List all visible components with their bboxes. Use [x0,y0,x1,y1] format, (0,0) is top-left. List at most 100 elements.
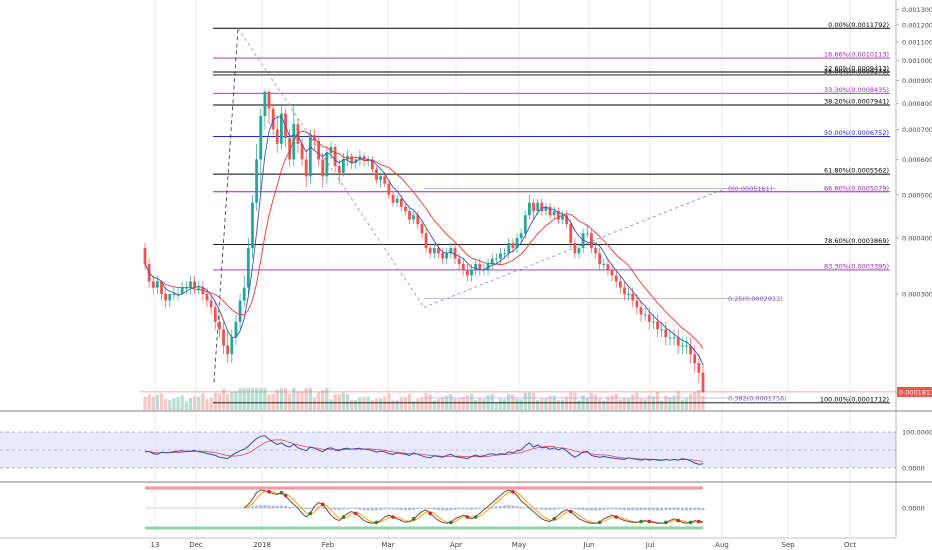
price-tick-label[interactable]: 0.0006000 [902,156,932,164]
candle[interactable] [590,233,593,249]
candle[interactable] [618,281,622,288]
candle[interactable] [680,345,684,347]
rsi-pane[interactable]: 100.0000 0.0000 [0,429,932,473]
candle[interactable] [350,156,354,163]
candle[interactable] [213,307,217,322]
candle[interactable] [631,293,635,301]
candle[interactable] [647,314,651,322]
candle[interactable] [251,202,254,249]
trading-chart[interactable]: 0.00%(0.0011792)16.66%(0.0010113)22.60%(… [0,0,932,550]
candle[interactable] [333,146,337,166]
candle[interactable] [412,215,416,220]
candle[interactable] [242,287,246,301]
candle[interactable] [321,159,325,177]
candle[interactable] [441,253,444,259]
candle[interactable] [259,116,263,160]
time-axis[interactable]: 13 Dec 2018 Feb Mar Apr May Jun Jul Aug Sep Oct [0,537,932,550]
time-label[interactable]: Jun [583,541,595,549]
candle[interactable] [519,233,523,239]
time-label[interactable]: 13 [151,541,160,549]
candle[interactable] [222,329,225,346]
candle[interactable] [151,281,155,288]
candle[interactable] [399,198,403,207]
candle[interactable] [639,307,643,315]
candle[interactable] [164,293,168,301]
time-label[interactable]: May [512,541,526,549]
candle[interactable] [627,293,630,295]
time-label[interactable]: Aug [715,541,729,549]
candle[interactable] [255,159,258,203]
candle[interactable] [428,248,432,254]
candle[interactable] [205,293,209,301]
candle[interactable] [569,224,573,244]
candle[interactable] [585,233,589,235]
candle[interactable] [445,253,449,259]
candle[interactable] [532,202,535,211]
rsi-tick-label[interactable]: 100.0000 [902,429,932,437]
candle[interactable] [656,321,659,330]
candle[interactable] [226,345,230,355]
time-label[interactable]: Oct [844,541,856,549]
time-label[interactable]: Apr [450,541,462,549]
candle[interactable] [230,337,234,355]
candle[interactable] [528,202,531,216]
price-tick-label[interactable]: 0.0005000 [902,191,932,199]
candle[interactable] [507,243,511,254]
candle[interactable] [379,176,382,180]
price-tick-label[interactable]: 0.0010000 [902,57,932,65]
price-tick-label[interactable]: 0.0008000 [902,100,932,108]
candle[interactable] [238,300,242,322]
candle[interactable] [499,253,502,259]
candle[interactable] [594,248,597,254]
candle[interactable] [432,248,436,254]
time-label[interactable]: 2018 [253,541,271,549]
candle[interactable] [693,354,697,364]
candle[interactable] [536,202,540,211]
price-tick-label[interactable]: 0.0003000 [902,290,932,298]
candle[interactable] [672,337,676,339]
candle[interactable] [660,329,664,331]
candle[interactable] [548,206,552,216]
candle[interactable] [375,169,378,180]
candle[interactable] [494,258,498,260]
candle[interactable] [218,321,221,330]
candle[interactable] [156,281,159,288]
candle[interactable] [643,314,647,316]
candle[interactable] [267,91,271,109]
time-label[interactable]: Feb [322,541,335,549]
candle[interactable] [606,264,610,270]
candle[interactable] [602,264,606,266]
time-label[interactable]: Sep [781,541,795,549]
candle[interactable] [193,281,196,288]
candle[interactable] [668,337,672,339]
candle[interactable] [383,176,387,184]
candle[interactable] [610,269,614,276]
price-tick-label[interactable]: 0.0009000 [902,77,932,85]
candle[interactable] [275,129,279,144]
price-tick-label[interactable]: 0.0007000 [902,126,932,134]
candle[interactable] [395,198,399,203]
candle[interactable] [652,321,655,323]
candle[interactable] [325,153,329,177]
candle[interactable] [424,233,428,249]
candle[interactable] [457,258,461,265]
candle[interactable] [466,269,469,276]
candle[interactable] [664,329,668,338]
candle[interactable] [478,264,482,270]
candle[interactable] [209,300,213,308]
price-tick-label[interactable]: 0.0013000 [902,6,932,14]
candle[interactable] [470,269,473,276]
candle[interactable] [143,248,147,265]
time-label[interactable]: Dec [189,541,203,549]
candle[interactable] [420,224,424,234]
candle[interactable] [337,165,341,173]
price-tick-label[interactable]: 0.0011000 [902,38,932,46]
candle[interactable] [308,135,312,177]
candle[interactable] [172,293,176,295]
oscillator-tick-label[interactable]: 0.0000 [902,505,925,513]
candle[interactable] [577,248,581,254]
candle[interactable] [623,287,626,294]
candle[interactable] [685,345,688,347]
candle[interactable] [387,183,391,195]
candle[interactable] [614,275,618,282]
